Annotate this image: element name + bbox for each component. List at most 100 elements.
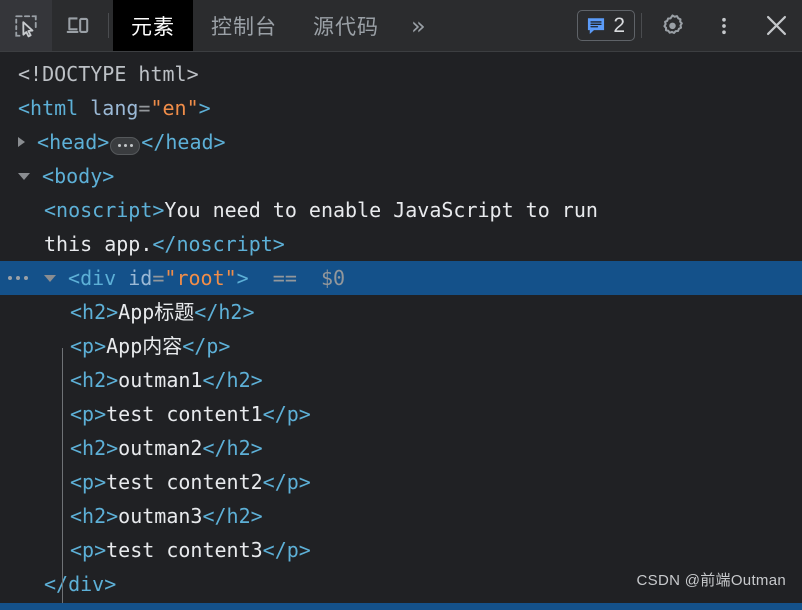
dom-row-content: <html lang="en">	[0, 91, 211, 125]
dom-row-body-open[interactable]: <body>	[0, 159, 802, 193]
dom-row-head[interactable]: <head> </head>	[0, 125, 802, 159]
tab-console[interactable]: 控制台	[193, 0, 295, 51]
dom-row-p-content2[interactable]: <p>test content2</p>	[0, 465, 802, 499]
code-token-tag: </p>	[262, 538, 311, 562]
tab-overflow-button[interactable]: »	[397, 0, 440, 51]
code-token-tag: <p>	[70, 402, 107, 426]
dom-row-p-content3[interactable]: <p>test content3</p>	[0, 533, 802, 567]
issues-count: 2	[613, 14, 625, 37]
dom-row-content: <h2>outman1</h2>	[0, 363, 263, 397]
code-token-tag: </head>	[141, 130, 226, 154]
devtools-toolbar: 元素 控制台 源代码 » 2	[0, 0, 802, 52]
more-vertical-icon-glyph	[722, 17, 726, 34]
dom-row-content: this app.</noscript>	[0, 227, 285, 261]
code-token-tag: </h2>	[202, 436, 263, 460]
issues-badge[interactable]: 2	[577, 10, 635, 41]
dom-row-h2-outman3[interactable]: <h2>outman3</h2>	[0, 499, 802, 533]
toolbar-divider-right	[641, 13, 642, 38]
code-token-txt: test content1	[106, 402, 263, 426]
code-token-tag: </h2>	[194, 300, 255, 324]
close-icon[interactable]	[750, 0, 802, 51]
code-token-tag: </p>	[182, 334, 231, 358]
dom-row-h2-outman1[interactable]: <h2>outman1</h2>	[0, 363, 802, 397]
code-token-eq: =	[138, 96, 151, 120]
code-token-tag: </p>	[262, 470, 311, 494]
twisty-expanded-icon[interactable]	[18, 173, 30, 180]
tab-elements[interactable]: 元素	[113, 0, 193, 51]
code-token-attr: id	[128, 266, 153, 290]
toolbar-divider-left	[108, 13, 109, 38]
code-token-tag: <p>	[70, 334, 107, 358]
code-token-tag: </h2>	[202, 368, 263, 392]
code-token-tag: </noscript>	[152, 232, 285, 256]
indent-guideline	[62, 348, 63, 610]
code-token-tag: <h2>	[70, 436, 119, 460]
code-token-eq: =	[152, 266, 165, 290]
dom-row-doctype[interactable]: <!DOCTYPE html>	[0, 57, 802, 91]
code-token-tag: </h2>	[202, 504, 263, 528]
dom-row-content: <h2>App标题</h2>	[0, 295, 255, 329]
code-token-txt: this app.	[44, 232, 153, 256]
code-token-tag: >	[198, 96, 211, 120]
dom-row-p-app-content[interactable]: <p>App内容</p>	[0, 329, 802, 363]
collapsed-children-ellipsis-icon[interactable]	[110, 136, 141, 155]
code-token-tag: <h2>	[70, 300, 119, 324]
selection-bottom-strip	[0, 603, 802, 610]
dom-row-content: <p>test content2</p>	[0, 465, 311, 499]
twisty-collapsed-icon[interactable]	[18, 137, 25, 147]
code-token-tag: <h2>	[70, 368, 119, 392]
code-token-tag: <p>	[70, 538, 107, 562]
code-token-tag: <p>	[70, 470, 107, 494]
close-icon-glyph	[766, 15, 786, 36]
inspect-element-icon[interactable]	[0, 0, 52, 51]
code-token-tag: <body>	[42, 164, 115, 188]
dom-row-content: <h2>outman3</h2>	[0, 499, 263, 533]
code-token-tag: <html	[18, 96, 91, 120]
code-token-tag: <h2>	[70, 504, 119, 528]
device-toolbar-icon[interactable]	[52, 0, 104, 51]
dom-row-content: </div>	[0, 567, 116, 601]
dom-row-div-close[interactable]: </div>	[0, 567, 802, 601]
dom-row-content: <p>test content3</p>	[0, 533, 311, 567]
code-token-txt: You need to enable JavaScript to run	[164, 198, 598, 222]
dom-row-content: <noscript>You need to enable JavaScript …	[0, 193, 598, 227]
gear-icon-glyph	[662, 14, 683, 34]
code-token-txt: outman3	[118, 504, 203, 528]
dom-tree-rows: <!DOCTYPE html> <html lang="en"> <head> </…	[0, 57, 802, 601]
code-token-tag: <noscript>	[44, 198, 165, 222]
dom-row-html-open[interactable]: <html lang="en">	[0, 91, 802, 125]
dom-row-h2-app-title[interactable]: <h2>App标题</h2>	[0, 295, 802, 329]
code-token-tag: >	[236, 266, 249, 290]
code-token-val: "root"	[164, 266, 237, 290]
dom-row-div-root[interactable]: <div id="root"> == $0	[0, 261, 802, 295]
dom-row-content: <body>	[0, 159, 114, 193]
dom-row-noscript-wrap[interactable]: this app.</noscript>	[0, 227, 802, 261]
code-token-txt: test content3	[106, 538, 263, 562]
code-token-txt: outman2	[118, 436, 203, 460]
row-options-dots-icon[interactable]	[8, 261, 28, 295]
dom-row-content: <h2>outman2</h2>	[0, 431, 263, 465]
code-token-txt: App标题	[118, 300, 195, 324]
dom-row-p-content1[interactable]: <p>test content1</p>	[0, 397, 802, 431]
twisty-expanded-icon[interactable]	[44, 275, 56, 282]
devtools-window: 元素 控制台 源代码 » 2 <!DOCTYPE html> <html lan…	[0, 0, 802, 610]
code-token-tag: </p>	[262, 402, 311, 426]
code-token-tag: <head>	[37, 130, 110, 154]
code-token-attr: lang	[90, 96, 139, 120]
gear-icon[interactable]	[646, 0, 698, 51]
tab-sources[interactable]: 源代码	[295, 0, 397, 51]
code-token-tag: <div	[68, 266, 129, 290]
code-token-dim: == $0	[248, 266, 346, 290]
dom-row-content: <p>App内容</p>	[0, 329, 230, 363]
dom-row-h2-outman2[interactable]: <h2>outman2</h2>	[0, 431, 802, 465]
dom-tree-panel[interactable]: <!DOCTYPE html> <html lang="en"> <head> </…	[0, 52, 802, 610]
dom-row-content: <head> </head>	[0, 125, 226, 159]
issues-message-icon	[588, 17, 605, 34]
code-token-dtd: <!DOCTYPE html>	[18, 62, 199, 86]
code-token-txt: App内容	[106, 334, 183, 358]
dom-row-noscript[interactable]: <noscript>You need to enable JavaScript …	[0, 193, 802, 227]
code-token-val: "en"	[150, 96, 199, 120]
more-vertical-icon[interactable]	[698, 0, 750, 51]
dom-row-content: <div id="root"> == $0	[0, 261, 345, 295]
